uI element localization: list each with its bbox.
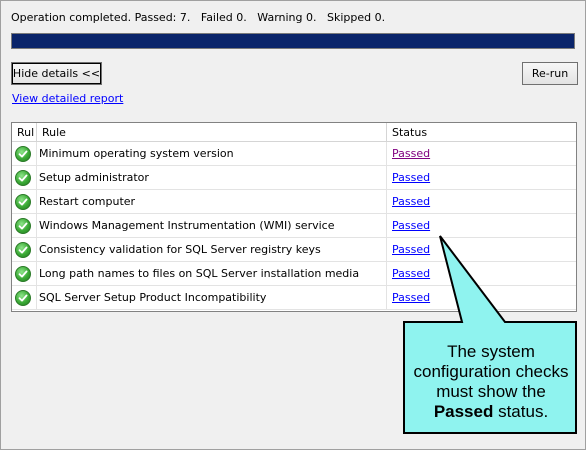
- rule-status-cell: Passed: [387, 262, 576, 286]
- table-header: Rul Rule Status: [12, 123, 576, 142]
- status-icon-cell: [12, 286, 37, 310]
- status-passed-link[interactable]: Passed: [390, 219, 430, 232]
- green-check-icon: [15, 241, 31, 258]
- rule-name: Consistency validation for SQL Server re…: [37, 238, 387, 262]
- rule-name: Setup administrator: [37, 166, 387, 190]
- rule-name: Long path names to files on SQL Server i…: [37, 262, 387, 286]
- status-passed-link[interactable]: Passed: [390, 243, 430, 256]
- table-row[interactable]: Consistency validation for SQL Server re…: [12, 238, 576, 262]
- table-body: Minimum operating system version Passed Se…: [12, 142, 576, 310]
- rule-status-cell: Passed: [387, 190, 576, 214]
- view-detailed-report-link[interactable]: View detailed report: [12, 92, 123, 105]
- green-check-icon: [15, 289, 31, 306]
- status-icon-cell: [12, 142, 37, 166]
- table-row[interactable]: Restart computer Passed: [12, 190, 576, 214]
- rule-status-cell: Passed: [387, 166, 576, 190]
- green-check-icon: [15, 265, 31, 282]
- rule-name: Restart computer: [37, 190, 387, 214]
- green-check-icon: [15, 193, 31, 210]
- status-icon-cell: [12, 262, 37, 286]
- rule-status-cell: Passed: [387, 142, 576, 166]
- rule-status-cell: Passed: [387, 214, 576, 238]
- status-passed-link[interactable]: Passed: [390, 171, 430, 184]
- rule-name: SQL Server Setup Product Incompatibility: [37, 286, 387, 310]
- rule-status-cell: Passed: [387, 286, 576, 310]
- progress-bar: [11, 33, 575, 49]
- table-row[interactable]: Windows Management Instrumentation (WMI)…: [12, 214, 576, 238]
- status-icon-cell: [12, 238, 37, 262]
- status-passed-link[interactable]: Passed: [390, 291, 430, 304]
- table-row[interactable]: Minimum operating system version Passed: [12, 142, 576, 166]
- rules-table: Rul Rule Status Minimum operating system…: [11, 122, 577, 312]
- status-icon-cell: [12, 166, 37, 190]
- callout-text: The system configuration checks must sho…: [413, 342, 569, 421]
- hide-details-button[interactable]: Hide details <<: [11, 62, 102, 85]
- green-check-icon: [15, 217, 31, 234]
- status-icon-cell: [12, 190, 37, 214]
- rule-status-cell: Passed: [387, 238, 576, 262]
- status-passed-link[interactable]: Passed: [390, 195, 430, 208]
- table-row[interactable]: Long path names to files on SQL Server i…: [12, 262, 576, 286]
- table-row[interactable]: SQL Server Setup Product Incompatibility…: [12, 286, 576, 310]
- table-row[interactable]: Setup administrator Passed: [12, 166, 576, 190]
- status-icon-cell: [12, 214, 37, 238]
- green-check-icon: [15, 145, 31, 162]
- status-passed-link[interactable]: Passed: [390, 147, 430, 160]
- green-check-icon: [15, 169, 31, 186]
- rule-name: Windows Management Instrumentation (WMI)…: [37, 214, 387, 238]
- progress-fill: [12, 34, 574, 48]
- rule-name: Minimum operating system version: [37, 142, 387, 166]
- column-header-rul[interactable]: Rul: [12, 123, 37, 141]
- column-header-status[interactable]: Status: [387, 123, 576, 141]
- operation-status-text: Operation completed. Passed: 7. Failed 0…: [11, 11, 386, 24]
- column-header-rule[interactable]: Rule: [37, 123, 387, 141]
- rerun-button[interactable]: Re-run: [522, 62, 578, 85]
- status-passed-link[interactable]: Passed: [390, 267, 430, 280]
